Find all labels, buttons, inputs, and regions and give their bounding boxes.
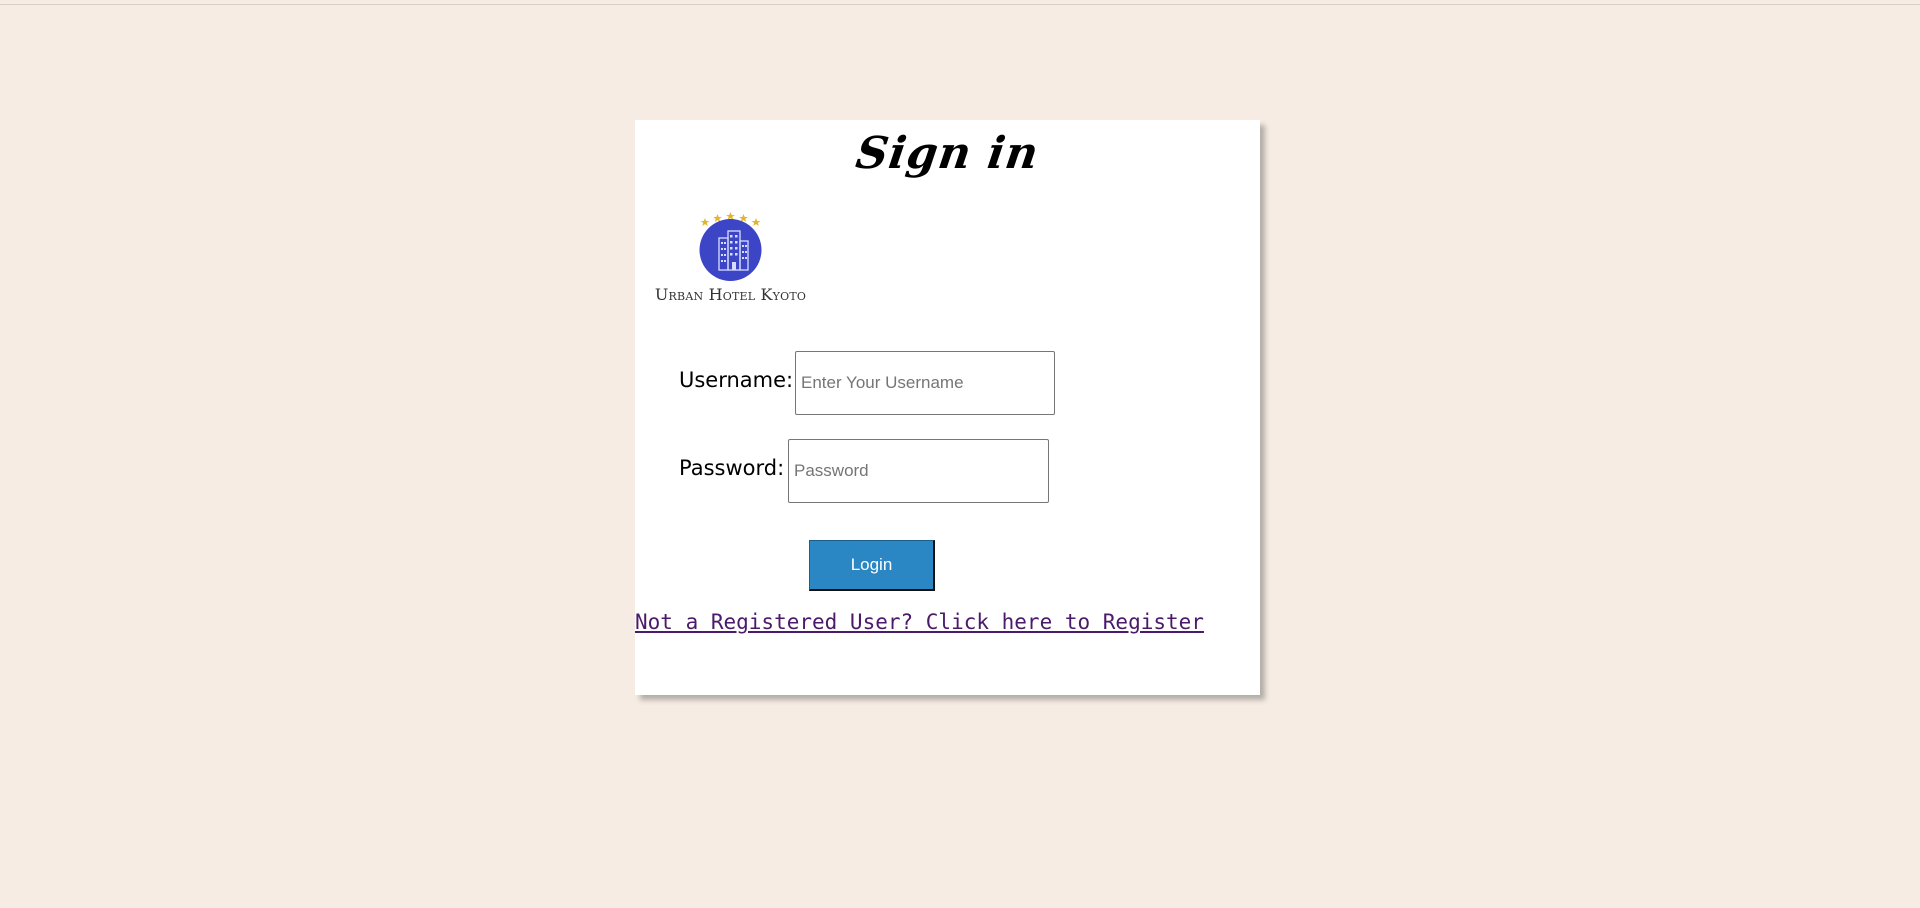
top-divider (0, 4, 1920, 5)
hotel-building-icon (699, 212, 762, 281)
password-label: Password: (679, 456, 785, 480)
hotel-logo: Urban Hotel Kyoto (643, 205, 818, 305)
username-input[interactable] (795, 351, 1055, 415)
page-title: Sign in (852, 128, 1043, 179)
signin-card: Sign in Urban Hotel Kyoto Username: Ente… (635, 120, 1260, 695)
login-button[interactable]: Login (809, 540, 935, 591)
password-input[interactable] (788, 439, 1049, 503)
username-label: Username: (679, 368, 794, 392)
register-link[interactable]: Not a Registered User? Click here to Reg… (635, 610, 1204, 634)
hotel-brand-name: Urban Hotel Kyoto (654, 285, 807, 304)
